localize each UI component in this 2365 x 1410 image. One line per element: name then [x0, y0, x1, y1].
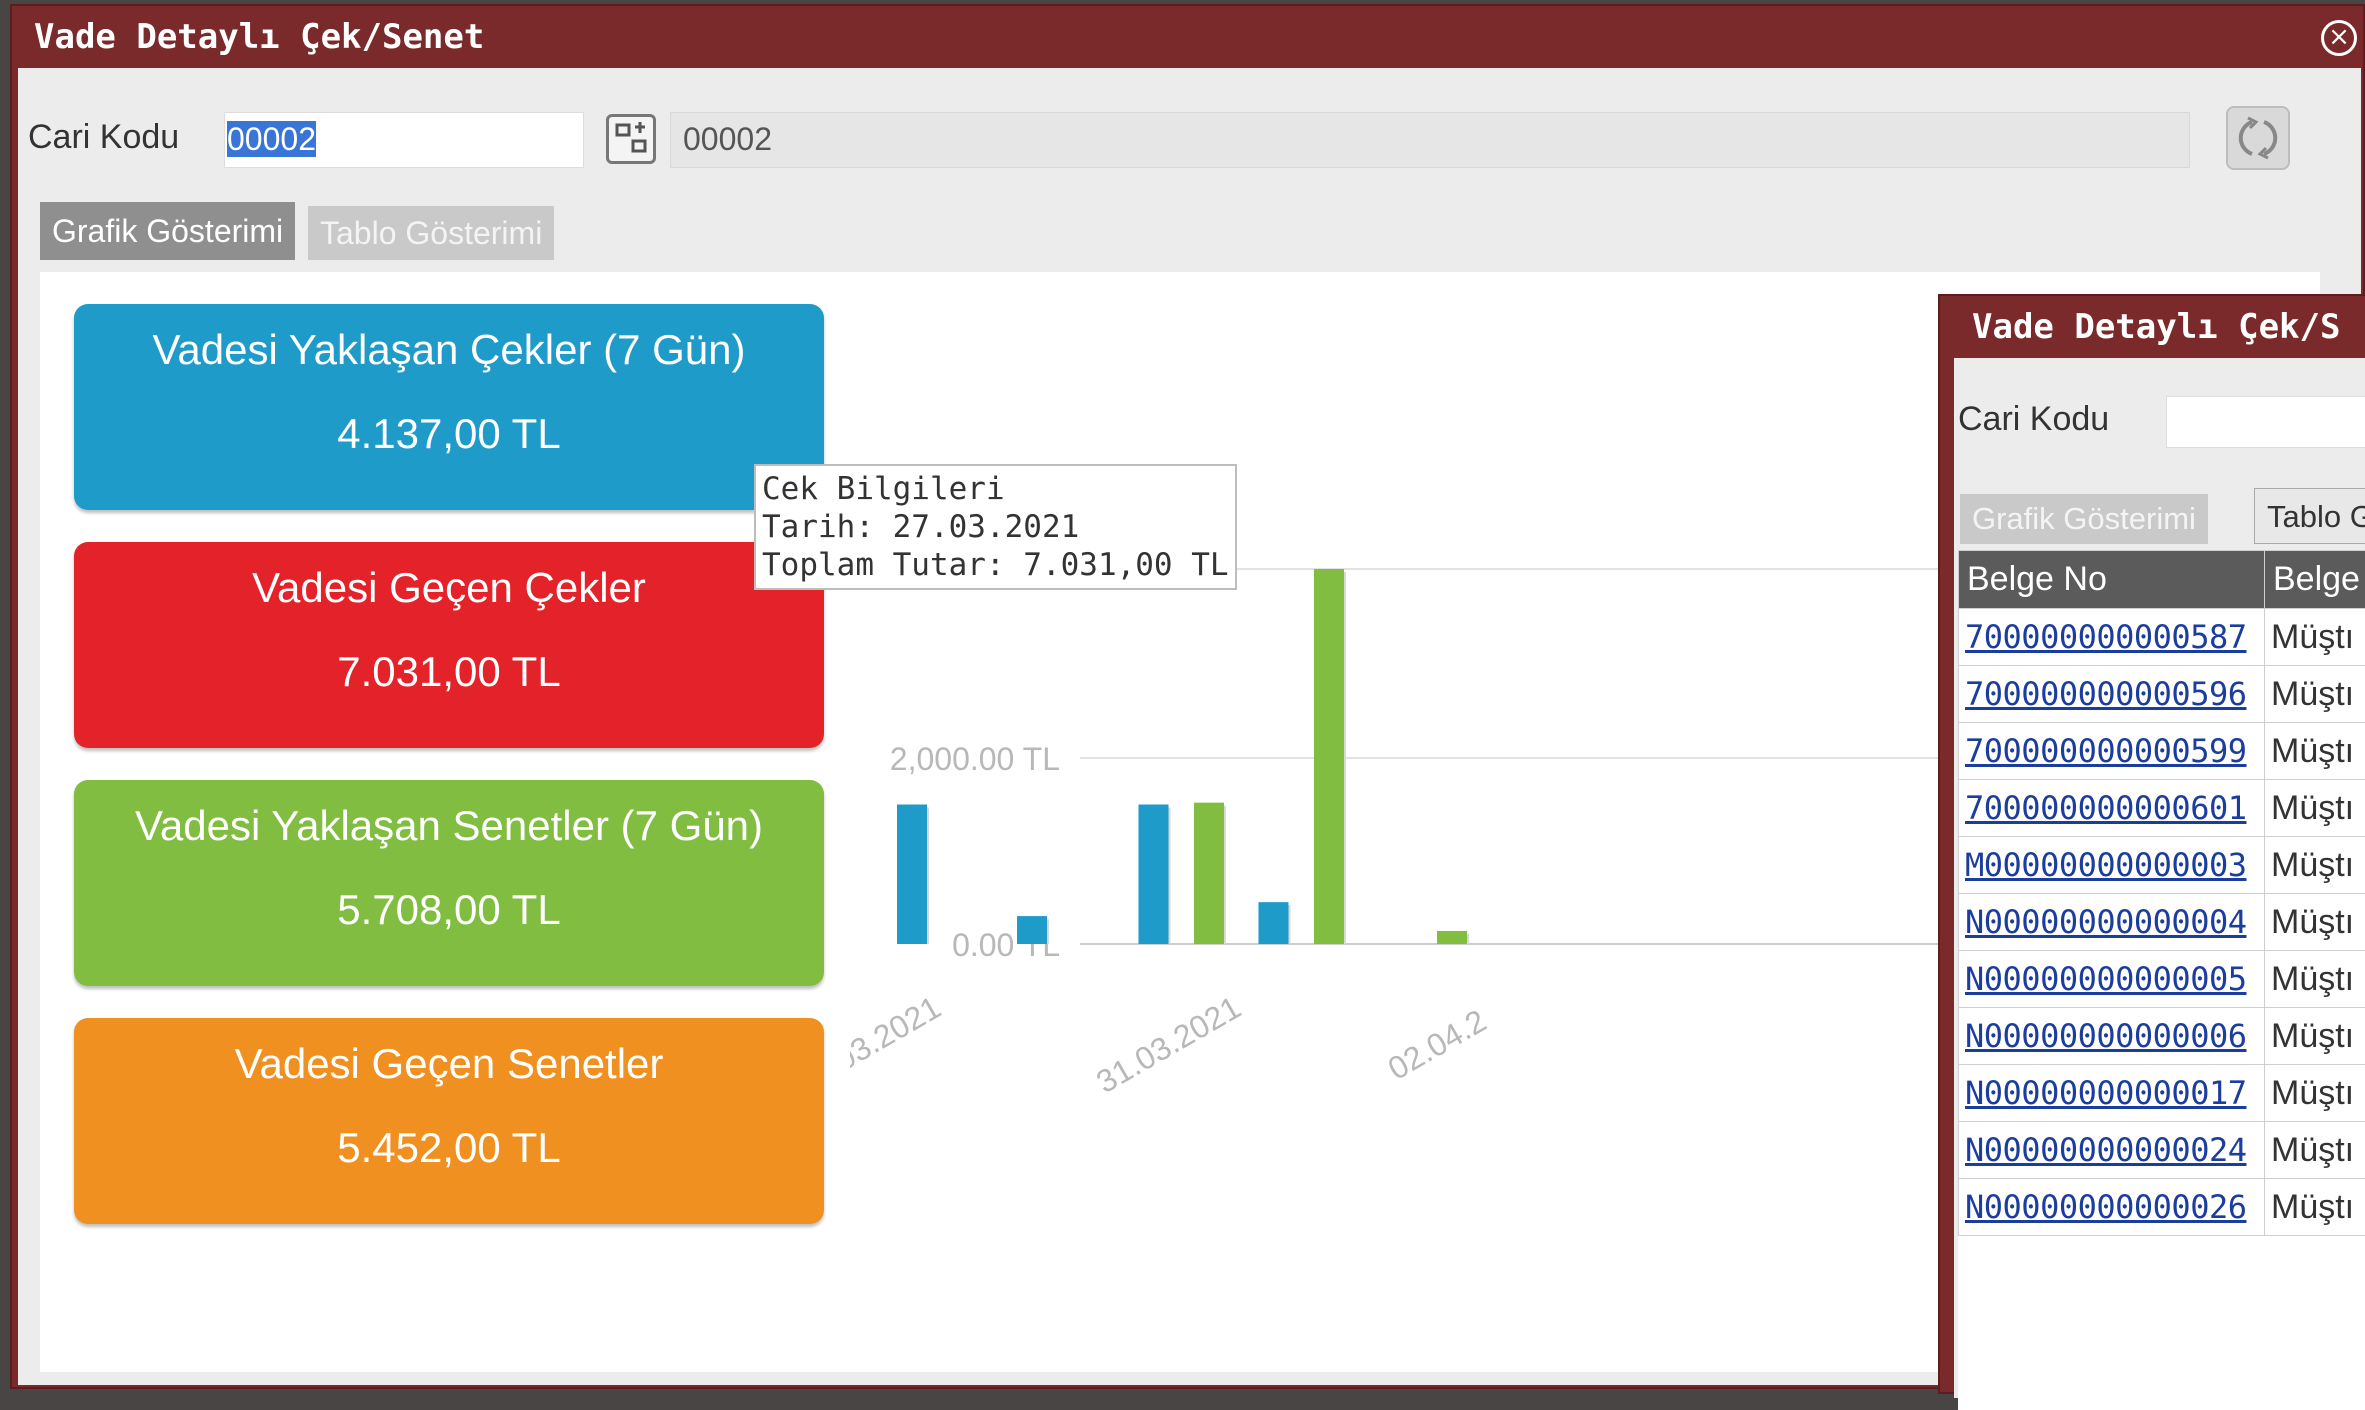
chart-bar[interactable] — [1314, 569, 1344, 944]
belge-cell: Müştı — [2265, 780, 2365, 837]
belge-cell: Müştı — [2265, 1122, 2365, 1179]
second-window: Vade Detaylı Çek/S Cari Kodu Grafik Göst… — [1938, 294, 2365, 1394]
belge-no-cell: N00000000000005 — [1959, 951, 2265, 1008]
belge-no-link[interactable]: 700000000000587 — [1965, 618, 2246, 656]
belge-no-link[interactable]: M00000000000003 — [1965, 846, 2246, 884]
belge-no-link[interactable]: N00000000000026 — [1965, 1188, 2246, 1226]
belge-no-link[interactable]: 700000000000599 — [1965, 732, 2246, 770]
tooltip-total: Toplam Tutar: 7.031,00 TL — [762, 546, 1229, 584]
close-circle-icon[interactable]: × — [2321, 20, 2357, 56]
belge-no-cell: 700000000000599 — [1959, 723, 2265, 780]
belge-cell: Müştı — [2265, 894, 2365, 951]
card-title: Vadesi Geçen Senetler — [74, 1040, 824, 1088]
belge-no-cell: N00000000000024 — [1959, 1122, 2265, 1179]
chart-bar[interactable] — [1259, 902, 1289, 944]
belge-no-cell: N00000000000004 — [1959, 894, 2265, 951]
column-header-belge-no[interactable]: Belge No — [1959, 551, 2265, 609]
cari-kodu-input[interactable]: 00002 — [224, 112, 584, 168]
table-row[interactable]: 700000000000596 Müştı — [1959, 666, 2365, 723]
table-row[interactable]: N00000000000006 Müştı — [1959, 1008, 2365, 1065]
chart-bar[interactable] — [1437, 931, 1467, 944]
table-row[interactable]: 700000000000599 Müştı — [1959, 723, 2365, 780]
belge-no-cell: 700000000000587 — [1959, 609, 2265, 666]
belge-cell: Müştı — [2265, 1065, 2365, 1122]
belge-no-link[interactable]: N00000000000005 — [1965, 960, 2246, 998]
table-row[interactable]: 700000000000587 Müştı — [1959, 609, 2365, 666]
card-value: 7.031,00 TL — [74, 648, 824, 696]
table-row[interactable]: N00000000000024 Müştı — [1959, 1122, 2365, 1179]
second-cari-kodu-input[interactable] — [2166, 396, 2365, 448]
belge-cell: Müştı — [2265, 723, 2365, 780]
second-client-area: Cari Kodu Grafik Gösterimi Tablo G Belge… — [1954, 358, 2365, 1398]
second-tab-grafik[interactable]: Grafik Gösterimi — [1960, 494, 2208, 544]
lookup-icon[interactable] — [606, 114, 656, 164]
table-row[interactable]: N00000000000004 Müştı — [1959, 894, 2365, 951]
table-row[interactable]: M00000000000003 Müştı — [1959, 837, 2365, 894]
table-row[interactable]: N00000000000017 Müştı — [1959, 1065, 2365, 1122]
chart-bar[interactable] — [1139, 805, 1169, 945]
cari-kodu-label: Cari Kodu — [28, 118, 179, 157]
second-grid-panel: Belge No Belge 700000000000587Müştı70000… — [1958, 550, 2365, 1410]
tab-tablo-gosterimi[interactable]: Tablo Gösterimi — [308, 206, 554, 260]
cari-name-input[interactable]: 00002 — [670, 112, 2190, 168]
card-title: Vadesi Geçen Çekler — [74, 564, 824, 612]
cari-kodu-value: 00002 — [227, 121, 316, 157]
card-value: 5.708,00 TL — [74, 886, 824, 934]
belge-no-link[interactable]: N00000000000017 — [1965, 1074, 2246, 1112]
chart-bar[interactable] — [1194, 803, 1224, 944]
belge-no-cell: 700000000000601 — [1959, 780, 2265, 837]
card-title: Vadesi Yaklaşan Senetler (7 Gün) — [74, 802, 824, 850]
table-row[interactable]: N00000000000026 Müştı — [1959, 1179, 2365, 1236]
x-tick-label: 28.03.2021 — [850, 989, 947, 1100]
card-yaklasan-senetler[interactable]: Vadesi Yaklaşan Senetler (7 Gün) 5.708,0… — [74, 780, 824, 986]
column-header-belge[interactable]: Belge — [2265, 551, 2365, 609]
belge-no-link[interactable]: 700000000000601 — [1965, 789, 2246, 827]
chart-bar[interactable] — [897, 805, 927, 945]
belge-no-link[interactable]: 700000000000596 — [1965, 675, 2246, 713]
belge-cell: Müştı — [2265, 1179, 2365, 1236]
belge-no-cell: N00000000000026 — [1959, 1179, 2265, 1236]
belge-no-cell: M00000000000003 — [1959, 837, 2265, 894]
second-window-title: Vade Detaylı Çek/S — [1940, 296, 2365, 358]
belge-cell: Müştı — [2265, 1008, 2365, 1065]
tooltip-title: Cek Bilgileri — [762, 470, 1229, 508]
belge-no-link[interactable]: N00000000000006 — [1965, 1017, 2246, 1055]
y-tick-label: 2,000.00 TL — [890, 741, 1060, 777]
belge-no-cell: 700000000000596 — [1959, 666, 2265, 723]
x-tick-label: 02.04.2 — [1382, 1002, 1492, 1087]
vade-bar-chart: 8,000.00 TL4,000.00 TL2,000.00 TL0.00 TL… — [850, 272, 1950, 1272]
x-tick-label: 31.03.2021 — [1090, 989, 1247, 1100]
tooltip-date: Tarih: 27.03.2021 — [762, 508, 1229, 546]
belge-no-cell: N00000000000017 — [1959, 1065, 2265, 1122]
belge-cell: Müştı — [2265, 609, 2365, 666]
belge-no-link[interactable]: N00000000000024 — [1965, 1131, 2246, 1169]
chart-bar[interactable] — [1017, 916, 1047, 944]
card-gecen-cekler[interactable]: Vadesi Geçen Çekler 7.031,00 TL — [74, 542, 824, 748]
table-header-row: Belge No Belge — [1959, 551, 2365, 609]
belge-no-cell: N00000000000006 — [1959, 1008, 2265, 1065]
refresh-icon[interactable] — [2226, 106, 2290, 170]
belge-table: Belge No Belge 700000000000587Müştı70000… — [1958, 550, 2365, 1236]
belge-cell: Müştı — [2265, 666, 2365, 723]
card-yaklasan-cekler[interactable]: Vadesi Yaklaşan Çekler (7 Gün) 4.137,00 … — [74, 304, 824, 510]
card-value: 4.137,00 TL — [74, 410, 824, 458]
tab-grafik-gosterimi[interactable]: Grafik Gösterimi — [40, 202, 295, 260]
table-row[interactable]: 700000000000601 Müştı — [1959, 780, 2365, 837]
card-value: 5.452,00 TL — [74, 1124, 824, 1172]
belge-cell: Müştı — [2265, 951, 2365, 1008]
window-title: Vade Detaylı Çek/Senet — [12, 6, 2363, 68]
table-row[interactable]: N00000000000005 Müştı — [1959, 951, 2365, 1008]
card-title: Vadesi Yaklaşan Çekler (7 Gün) — [74, 326, 824, 374]
second-tab-tablo[interactable]: Tablo G — [2254, 488, 2365, 544]
belge-no-link[interactable]: N00000000000004 — [1965, 903, 2246, 941]
second-cari-kodu-label: Cari Kodu — [1958, 400, 2109, 439]
belge-cell: Müştı — [2265, 837, 2365, 894]
card-gecen-senetler[interactable]: Vadesi Geçen Senetler 5.452,00 TL — [74, 1018, 824, 1224]
chart-tooltip: Cek Bilgileri Tarih: 27.03.2021 Toplam T… — [754, 464, 1237, 590]
